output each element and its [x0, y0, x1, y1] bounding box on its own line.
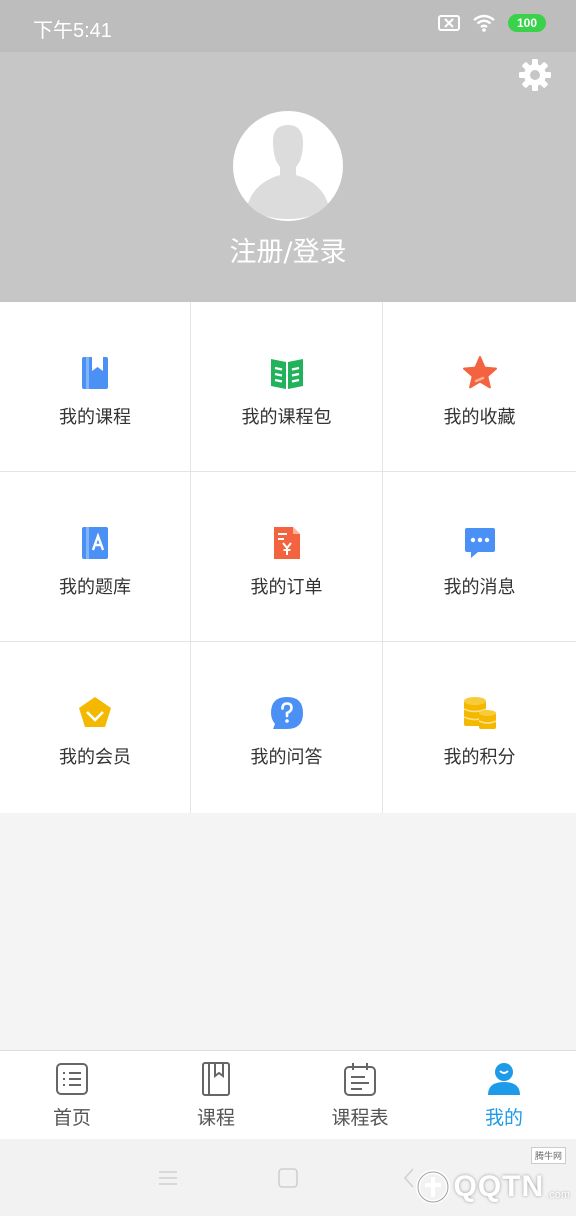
schedule-icon — [344, 1063, 376, 1096]
battery-indicator: 100 — [508, 14, 546, 32]
wifi-icon — [473, 14, 495, 32]
coins-icon — [463, 697, 496, 729]
star-icon — [462, 356, 497, 389]
grid-item-my-courses[interactable]: 我的课程 — [0, 302, 191, 472]
course-book-icon — [202, 1062, 230, 1096]
grid-item-my-points[interactable]: 我的积分 — [383, 642, 576, 813]
avatar[interactable] — [233, 111, 343, 221]
menu-icon[interactable] — [156, 1166, 180, 1190]
grid-item-label: 我的订单 — [250, 577, 323, 598]
user-icon — [488, 1063, 520, 1095]
message-icon — [464, 528, 495, 558]
home-square-icon[interactable] — [276, 1166, 300, 1190]
profile-header: 注册/登录 — [0, 52, 576, 302]
tab-label: 首页 — [52, 1107, 91, 1129]
bottom-tab-bar: 首页 课程 课程表 我的 — [0, 1050, 576, 1139]
battery-level: 100 — [516, 16, 538, 30]
watermark-tag: 腾牛网 — [530, 1147, 566, 1164]
feature-grid: 我的课程 我的课程包 我的收藏 我的题库 我的订单 我的消息 我的会员 我的问答… — [0, 302, 576, 813]
grid-item-label: 我的消息 — [443, 577, 516, 598]
status-icons: 100 — [438, 14, 546, 32]
login-register-link[interactable]: 注册/登录 — [0, 230, 576, 269]
home-list-icon — [56, 1063, 88, 1095]
grid-item-label: 我的题库 — [59, 577, 131, 598]
grid-item-my-course-packages[interactable]: 我的课程包 — [191, 302, 383, 472]
grid-item-my-orders[interactable]: 我的订单 — [191, 472, 383, 642]
grid-item-label: 我的课程 — [59, 407, 131, 428]
open-book-icon — [270, 359, 303, 389]
order-icon — [273, 527, 300, 559]
grid-item-label: 我的会员 — [59, 747, 131, 768]
watermark-text: QQTN — [453, 1170, 545, 1203]
grid-item-label: 我的收藏 — [443, 407, 516, 428]
grid-item-my-question-bank[interactable]: 我的题库 — [0, 472, 191, 642]
question-icon — [270, 697, 303, 729]
tab-label: 课程表 — [331, 1107, 389, 1129]
tab-label: 课程 — [196, 1107, 235, 1129]
question-bank-icon — [82, 527, 108, 559]
system-nav-bar: 腾牛网 QQTN .com — [0, 1139, 576, 1216]
course-book-icon — [82, 357, 108, 389]
grid-item-my-qa[interactable]: 我的问答 — [191, 642, 383, 813]
watermark-suffix: .com — [546, 1189, 570, 1201]
default-avatar-icon — [247, 125, 329, 219]
status-time: 下午5:41 — [33, 20, 112, 42]
tab-home[interactable]: 首页 — [0, 1051, 144, 1139]
grid-item-my-messages[interactable]: 我的消息 — [383, 472, 576, 642]
sim-off-icon — [438, 15, 460, 31]
tab-schedule[interactable]: 课程表 — [288, 1051, 432, 1139]
grid-item-my-favorites[interactable]: 我的收藏 — [383, 302, 576, 472]
settings-gear-icon[interactable] — [518, 58, 552, 92]
status-bar: 下午5:41 100 — [0, 0, 576, 52]
grid-item-my-membership[interactable]: 我的会员 — [0, 642, 191, 813]
tab-label: 我的 — [484, 1107, 523, 1129]
watermark: 腾牛网 QQTN .com — [413, 1147, 570, 1205]
tab-me[interactable]: 我的 — [432, 1051, 576, 1139]
tab-courses[interactable]: 课程 — [144, 1051, 288, 1139]
watermark-logo-icon — [416, 1170, 451, 1204]
grid-item-label: 我的积分 — [443, 747, 516, 768]
member-badge-icon — [79, 697, 111, 727]
grid-item-label: 我的问答 — [250, 747, 323, 768]
grid-item-label: 我的课程包 — [241, 407, 332, 428]
